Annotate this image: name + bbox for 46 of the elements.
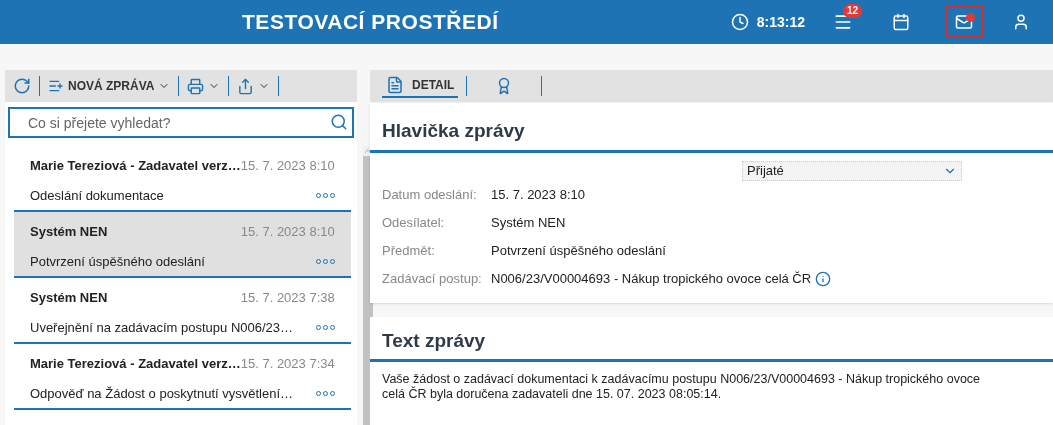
search-icon[interactable]	[330, 113, 348, 131]
notification-badge: 12	[843, 4, 863, 18]
message-sender: Systém NEN	[30, 223, 108, 241]
menu-icon	[833, 12, 853, 32]
field-value: N006/23/V00004693 - Nákup tropického ovoce celá ČR	[491, 269, 812, 288]
export-button[interactable]	[237, 77, 271, 95]
list-icon	[48, 78, 64, 94]
field-label: Datum odeslání:	[382, 185, 478, 204]
message-sender: Marie Tereziová - Zadavatel verz…	[30, 157, 241, 175]
app-title: TESTOVACÍ PROSTŘEDÍ	[242, 9, 499, 36]
clock-icon	[730, 13, 749, 31]
clock-time: 8:13:12	[756, 12, 805, 32]
field-value: 15. 7. 2023 8:10	[491, 185, 585, 204]
field-value: Potvrzení úspěšného odeslání	[491, 241, 666, 260]
share-icon	[237, 77, 255, 95]
message-sender: Marie Tereziová - Zadavatel verz…	[30, 355, 241, 373]
field-label: Předmět:	[382, 241, 436, 260]
section-title: Text zprávy	[370, 316, 1053, 362]
message-item[interactable]: Systém NEN 15. 7. 2023 8:10 Potvrzení úspěšného odeslání	[14, 212, 351, 278]
message-date: 15. 7. 2023 7:38	[240, 289, 335, 307]
search-field[interactable]: Co si přejete vyhledat?	[8, 107, 354, 138]
message-body: Vaše žádost o zadávací dokumentaci k zadávacímu postupu N006/23/V00004693 - Nákup tropického ovoce celá ČR byla doručena zadavateli dne 15. 07. 2023 08:05:14.	[381, 371, 982, 402]
detail-tab[interactable]: DETAIL	[382, 74, 459, 98]
field-value: Systém NEN	[491, 213, 566, 232]
user-icon	[1012, 13, 1030, 31]
calendar-icon	[892, 13, 910, 31]
message-sender: Systém NEN	[30, 289, 108, 307]
printer-icon	[187, 77, 205, 95]
message-subject: Potvrzení úspěšného odeslání	[30, 252, 205, 271]
folder-dropdown[interactable]: Přijaté	[742, 160, 962, 181]
message-subject: Odeslání dokumentace	[30, 186, 164, 205]
message-date: 15. 7. 2023 8:10	[240, 223, 335, 241]
mail-button[interactable]	[945, 6, 983, 38]
message-date: 15. 7. 2023 8:10	[240, 157, 335, 175]
refresh-icon[interactable]	[13, 77, 31, 95]
info-icon[interactable]	[815, 270, 832, 287]
section-title: Hlavička zprávy	[370, 103, 1053, 153]
print-button[interactable]	[187, 77, 221, 95]
message-subject: Uveřejnění na zadávacím postupu N006/23…	[30, 318, 294, 337]
new-message-button[interactable]: NOVÁ ZPRÁVA	[48, 77, 171, 95]
field-label: Zadávací postup:	[382, 269, 483, 288]
field-label: Odesílatel:	[382, 213, 446, 232]
scroll-up-icon[interactable]	[362, 146, 373, 156]
document-icon	[386, 76, 404, 94]
message-date: 15. 7. 2023 7:34	[240, 355, 335, 373]
message-subject: Odpověď na Žádost o poskytnutí vysvětlení…	[30, 384, 294, 403]
